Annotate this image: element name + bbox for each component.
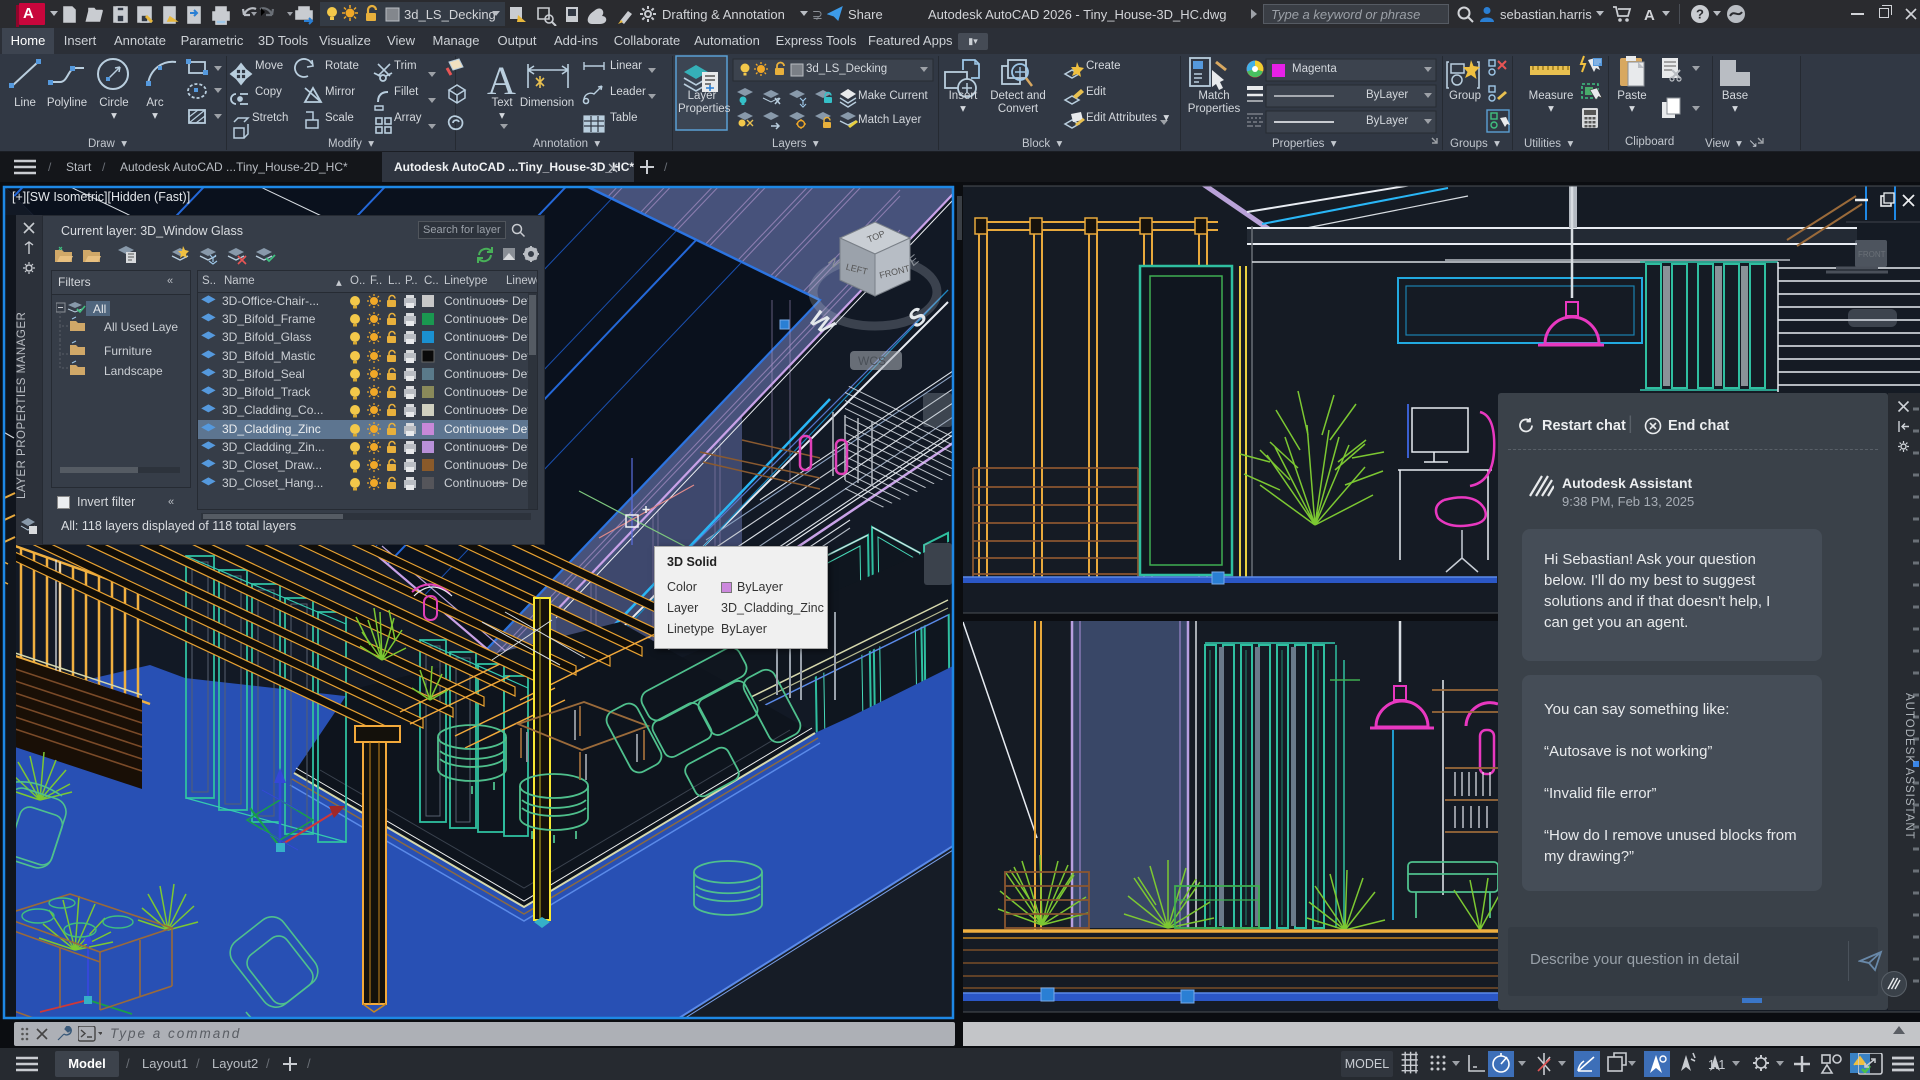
svg-text:3D_Cladding_Zinc: 3D_Cladding_Zinc bbox=[222, 422, 321, 436]
svg-text:FRONT: FRONT bbox=[1858, 250, 1886, 259]
svg-text:3D_Closet_Draw...: 3D_Closet_Draw... bbox=[222, 458, 322, 472]
svg-text:3D_Bifold_Mastic: 3D_Bifold_Mastic bbox=[222, 349, 315, 363]
svg-text:3D-Office-Chair-...: 3D-Office-Chair-... bbox=[222, 294, 319, 308]
svg-text:?: ? bbox=[1696, 7, 1704, 22]
svg-text:1:1: 1:1 bbox=[1708, 1058, 1725, 1072]
svg-text:3D_Closet_Hang...: 3D_Closet_Hang... bbox=[222, 476, 323, 490]
svg-text:3D_Cladding_Zin...: 3D_Cladding_Zin... bbox=[222, 440, 325, 454]
svg-text:WCS: WCS bbox=[858, 354, 886, 368]
svg-text:3D_Bifold_Seal: 3D_Bifold_Seal bbox=[222, 367, 305, 381]
svg-text:3D_Bifold_Frame: 3D_Bifold_Frame bbox=[222, 312, 316, 326]
svg-text:3D_Bifold_Glass: 3D_Bifold_Glass bbox=[222, 330, 311, 344]
svg-text:3D_Cladding_Co...: 3D_Cladding_Co... bbox=[222, 403, 323, 417]
svg-text:3D_Bifold_Track: 3D_Bifold_Track bbox=[222, 385, 311, 399]
